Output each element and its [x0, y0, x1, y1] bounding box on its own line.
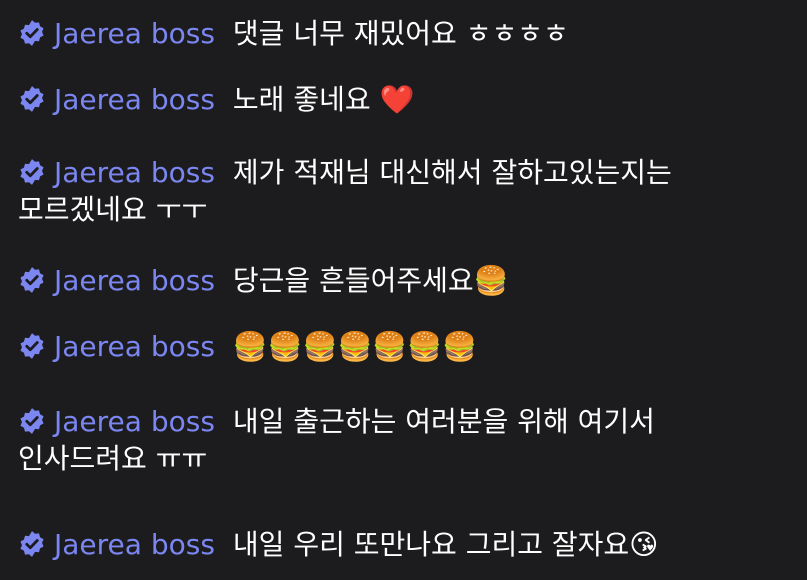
- message-author[interactable]: Jaerea boss: [54, 330, 215, 363]
- message-author[interactable]: Jaerea boss: [54, 156, 215, 189]
- verified-badge-icon: [20, 531, 44, 557]
- verified-badge-icon: [20, 408, 44, 434]
- chat-message-list[interactable]: Jaerea boss 댓글 너무 재밌어요 ㅎㅎㅎㅎ Jaerea boss 노래…: [0, 0, 807, 580]
- message-author[interactable]: Jaerea boss: [54, 405, 215, 438]
- verified-badge-icon: [20, 267, 44, 293]
- verified-badge-icon: [20, 20, 44, 46]
- chat-message: Jaerea boss 제가 적재님 대신해서 잘하고있는지는 모르겠네요 ㅜㅜ: [18, 154, 788, 228]
- message-text: 내일 우리 또만나요 그리고 잘자요😘: [232, 528, 659, 561]
- verified-badge-icon: [20, 86, 44, 112]
- message-text: 당근을 흔들어주세요🍔: [232, 264, 509, 297]
- chat-message: Jaerea boss 당근을 흔들어주세요🍔: [18, 262, 788, 299]
- message-author[interactable]: Jaerea boss: [54, 264, 215, 297]
- chat-message: Jaerea boss 댓글 너무 재밌어요 ㅎㅎㅎㅎ: [18, 15, 788, 52]
- chat-message: Jaerea boss 내일 우리 또만나요 그리고 잘자요😘: [18, 526, 788, 563]
- chat-message: Jaerea boss 내일 출근하는 여러분을 위해 여기서 인사드려요 ㅠㅠ: [18, 403, 788, 477]
- message-author[interactable]: Jaerea boss: [54, 528, 215, 561]
- message-text: 댓글 너무 재밌어요 ㅎㅎㅎㅎ: [232, 17, 569, 50]
- message-text: 🍔🍔🍔🍔🍔🍔🍔: [232, 330, 477, 363]
- message-author[interactable]: Jaerea boss: [54, 17, 215, 50]
- chat-message: Jaerea boss 🍔🍔🍔🍔🍔🍔🍔: [18, 328, 788, 365]
- verified-badge-icon: [20, 159, 44, 185]
- message-author[interactable]: Jaerea boss: [54, 83, 215, 116]
- message-text: 노래 좋네요 ❤️: [232, 83, 415, 116]
- verified-badge-icon: [20, 333, 44, 359]
- chat-message: Jaerea boss 노래 좋네요 ❤️: [18, 81, 788, 118]
